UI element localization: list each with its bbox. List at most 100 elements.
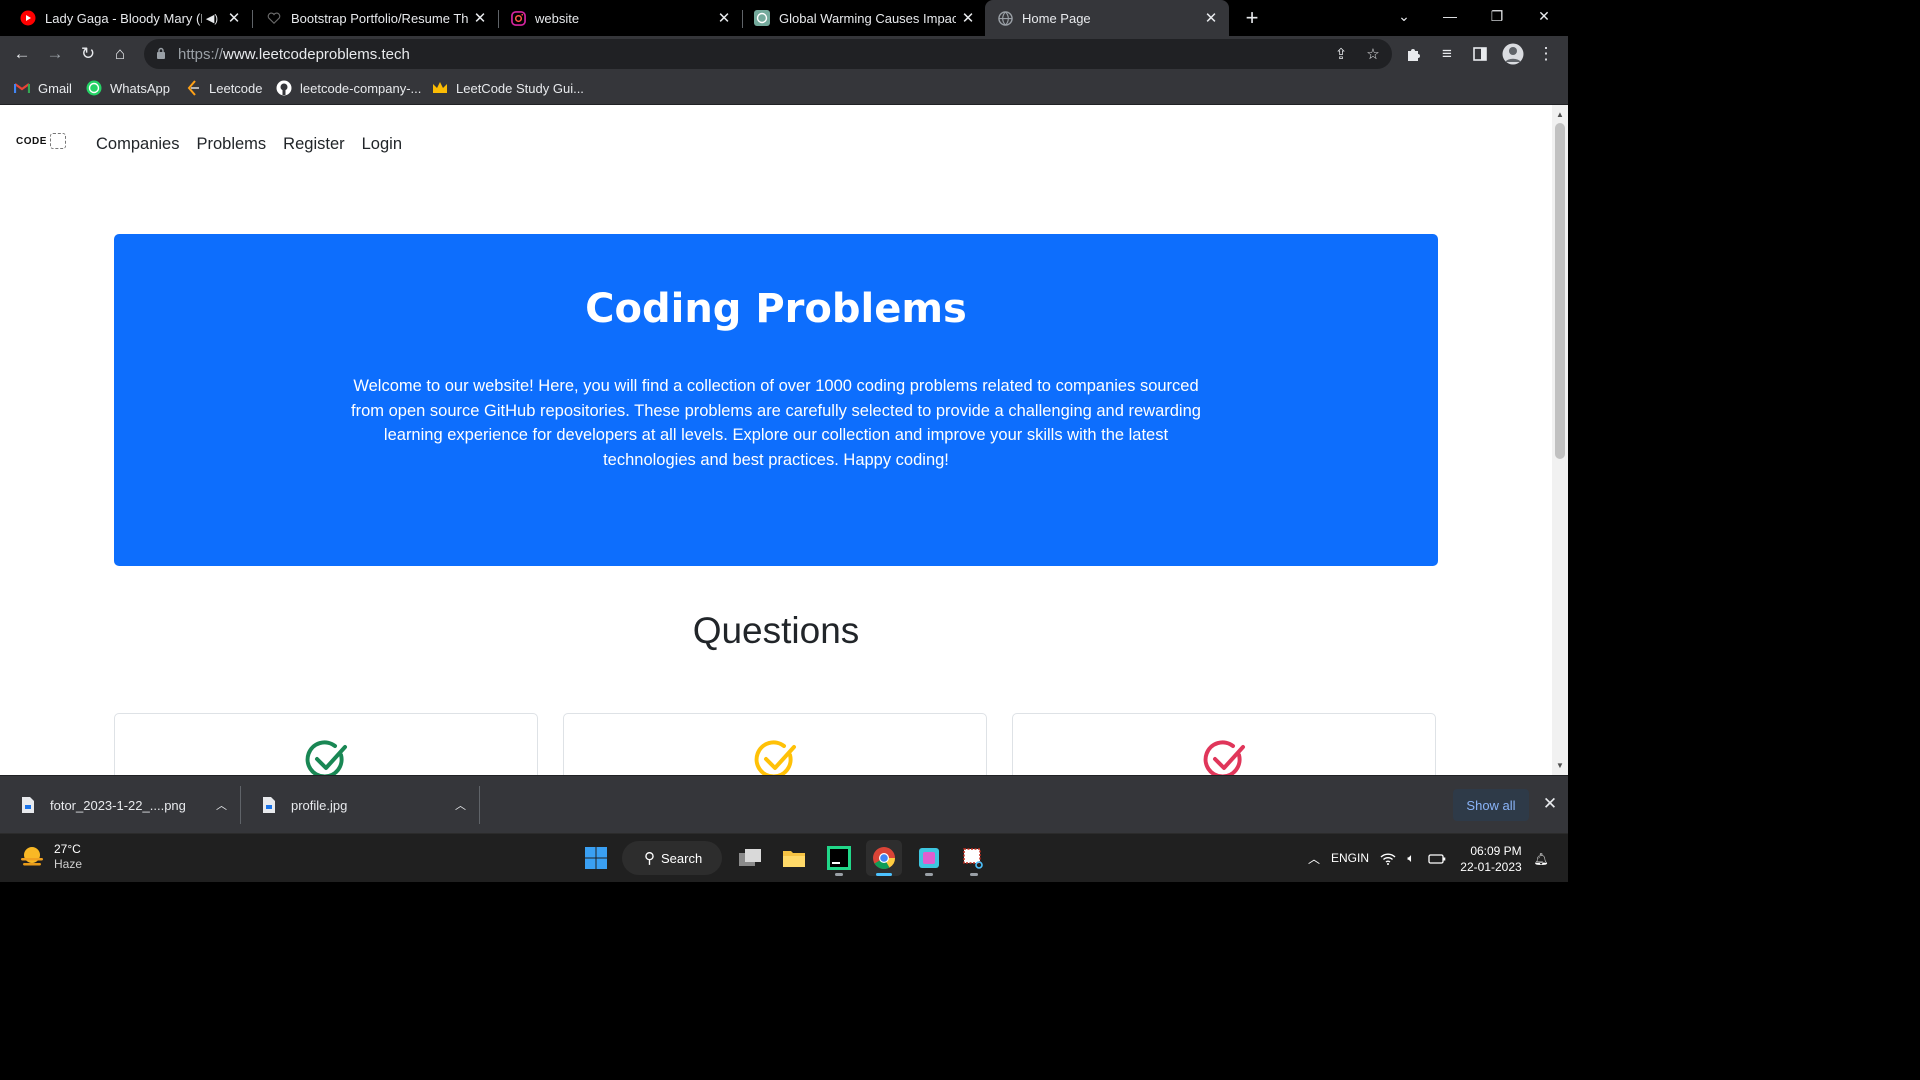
close-tab-icon[interactable]: ✕ xyxy=(222,6,246,30)
scrollbar-thumb[interactable] xyxy=(1555,123,1565,459)
close-tab-icon[interactable]: ✕ xyxy=(468,6,492,30)
bookmark-gmail[interactable]: Gmail xyxy=(14,77,72,99)
bookmark-github[interactable]: leetcode-company-... xyxy=(276,77,421,99)
close-window-button[interactable]: ✕ xyxy=(1521,0,1567,32)
chevron-up-icon[interactable]: ︿ xyxy=(216,797,227,813)
bookmark-leetcode-study[interactable]: LeetCode Study Gui... xyxy=(432,77,584,99)
bookmark-leetcode[interactable]: Leetcode xyxy=(185,77,263,99)
notification-bell-icon[interactable]: 🔔︎ xyxy=(1531,834,1551,883)
new-tab-button[interactable]: + xyxy=(1238,4,1266,32)
region-code: IN xyxy=(1357,851,1370,865)
running-indicator xyxy=(925,873,933,876)
bookmarks-bar: Gmail WhatsApp Leetcode leetcode-company… xyxy=(0,72,1568,105)
search-icon: ⚲ xyxy=(644,850,655,867)
snipping-tool-icon xyxy=(963,848,983,869)
forward-icon[interactable]: → xyxy=(41,40,69,68)
site-navbar: CODE Companies Problems Register Login xyxy=(0,105,1552,189)
speaker-icon[interactable]: ◀︎) xyxy=(206,12,218,25)
chevron-up-icon[interactable]: ︿ xyxy=(455,797,466,813)
home-icon[interactable]: ⌂ xyxy=(106,40,134,68)
snipping-tool-app[interactable] xyxy=(956,840,992,876)
tab-global-warming[interactable]: Global Warming Causes Impact ✕ xyxy=(734,0,986,36)
language-indicator[interactable]: ENG IN xyxy=(1331,834,1370,883)
address-bar[interactable]: https://www.leetcodeproblems.tech ⇪ ☆ xyxy=(144,39,1392,69)
menu-kebab-icon[interactable]: ⋮ xyxy=(1532,40,1560,68)
extensions-icon[interactable] xyxy=(1400,40,1428,68)
side-panel-icon[interactable] xyxy=(1466,40,1494,68)
tab-title: website xyxy=(535,10,580,26)
photos-app[interactable] xyxy=(911,840,947,876)
download-item[interactable]: profile.jpg ︿ xyxy=(241,782,480,828)
volume-icon[interactable]: 🔈︎ xyxy=(1401,834,1421,883)
file-explorer-app[interactable] xyxy=(776,840,812,876)
bookmark-label: WhatsApp xyxy=(110,80,170,96)
lock-icon[interactable] xyxy=(156,47,170,62)
bookmark-label: LeetCode Study Gui... xyxy=(456,80,584,96)
windows-taskbar: 27°C Haze ⚲ Search ︿ ENG IN 🔈︎ 06:09 PM … xyxy=(0,833,1568,882)
minimize-button[interactable]: — xyxy=(1427,0,1473,32)
chrome-app[interactable] xyxy=(866,840,902,876)
task-view-button[interactable] xyxy=(732,840,768,876)
taskbar-search[interactable]: ⚲ Search xyxy=(622,841,722,875)
tab-home-page[interactable]: Home Page ✕ xyxy=(985,0,1229,36)
tab-website[interactable]: website ✕ xyxy=(490,0,743,36)
scroll-up-arrow-icon[interactable]: ▲ xyxy=(1556,110,1564,119)
media-queue-icon[interactable]: ≡ xyxy=(1433,40,1461,68)
tab-strip: Lady Gaga - Bloody Mary (Ly ◀︎) ✕ Bootst… xyxy=(0,0,1568,36)
wifi-icon[interactable] xyxy=(1377,834,1399,883)
reload-icon[interactable]: ↻ xyxy=(74,40,102,68)
question-card-easy[interactable] xyxy=(114,713,538,775)
start-button[interactable] xyxy=(578,840,614,876)
profile-avatar[interactable] xyxy=(1499,40,1527,68)
nav-register[interactable]: Register xyxy=(283,135,344,154)
pycharm-app[interactable] xyxy=(821,840,857,876)
nav-problems[interactable]: Problems xyxy=(196,135,266,154)
browser-toolbar: ← → ↻ ⌂ https://www.leetcodeproblems.tec… xyxy=(0,36,1568,72)
nav-companies[interactable]: Companies xyxy=(96,135,179,154)
close-download-bar-icon[interactable]: ✕ xyxy=(1538,792,1562,816)
page-scrollbar[interactable]: ▲ ▼ xyxy=(1552,105,1568,775)
close-tab-icon[interactable]: ✕ xyxy=(712,6,736,30)
download-filename: profile.jpg xyxy=(291,797,348,813)
chatgpt-icon xyxy=(754,10,770,26)
nav-login[interactable]: Login xyxy=(362,135,402,154)
photos-icon xyxy=(919,848,939,868)
running-indicator xyxy=(835,873,843,876)
tray-overflow-chevron-icon[interactable]: ︿ xyxy=(1302,834,1326,883)
windows-logo-icon xyxy=(585,847,607,869)
file-icon xyxy=(22,797,34,813)
download-separator xyxy=(479,786,480,824)
show-all-button[interactable]: Show all xyxy=(1453,789,1529,821)
running-indicator xyxy=(970,873,978,876)
back-icon[interactable]: ← xyxy=(8,40,36,68)
folder-icon xyxy=(783,851,805,867)
tab-youtube[interactable]: Lady Gaga - Bloody Mary (Ly ◀︎) ✕ xyxy=(0,0,253,36)
bookmark-label: Leetcode xyxy=(209,80,263,96)
hero-title: Coding Problems xyxy=(585,286,967,332)
haze-sun-icon xyxy=(21,847,43,866)
check-circle-icon xyxy=(305,740,347,775)
tab-title: Lady Gaga - Bloody Mary (Ly xyxy=(45,10,202,26)
battery-icon[interactable] xyxy=(1425,834,1449,883)
scroll-down-arrow-icon[interactable]: ▼ xyxy=(1556,761,1564,770)
share-icon[interactable]: ⇪ xyxy=(1330,43,1352,65)
download-item[interactable]: fotor_2023-1-22_....png ︿ xyxy=(0,782,241,828)
system-clock[interactable]: 06:09 PM 22-01-2023 xyxy=(1456,834,1526,883)
tab-bootstrap[interactable]: Bootstrap Portfolio/Resume Them ✕ xyxy=(246,0,499,36)
pycharm-icon xyxy=(827,846,851,870)
site-logo[interactable]: CODE xyxy=(16,133,66,149)
question-card-medium[interactable] xyxy=(563,713,987,775)
tab-search-chevron-icon[interactable]: ⌄ xyxy=(1381,0,1427,32)
clock-date: 22-01-2023 xyxy=(1460,859,1522,874)
close-tab-icon[interactable]: ✕ xyxy=(1199,6,1223,30)
bookmark-star-icon[interactable]: ☆ xyxy=(1362,43,1384,65)
hero-text: Welcome to our website! Here, you will f… xyxy=(351,377,1201,469)
close-tab-icon[interactable]: ✕ xyxy=(956,6,980,30)
weather-widget[interactable]: 27°C Haze xyxy=(18,842,82,872)
leetcode-icon xyxy=(185,80,201,96)
bookmark-whatsapp[interactable]: WhatsApp xyxy=(86,77,170,99)
restore-button[interactable]: ❐ xyxy=(1474,0,1520,32)
logo-text: CODE xyxy=(16,135,47,147)
screen: Lady Gaga - Bloody Mary (Ly ◀︎) ✕ Bootst… xyxy=(0,0,1568,882)
question-card-hard[interactable] xyxy=(1012,713,1436,775)
